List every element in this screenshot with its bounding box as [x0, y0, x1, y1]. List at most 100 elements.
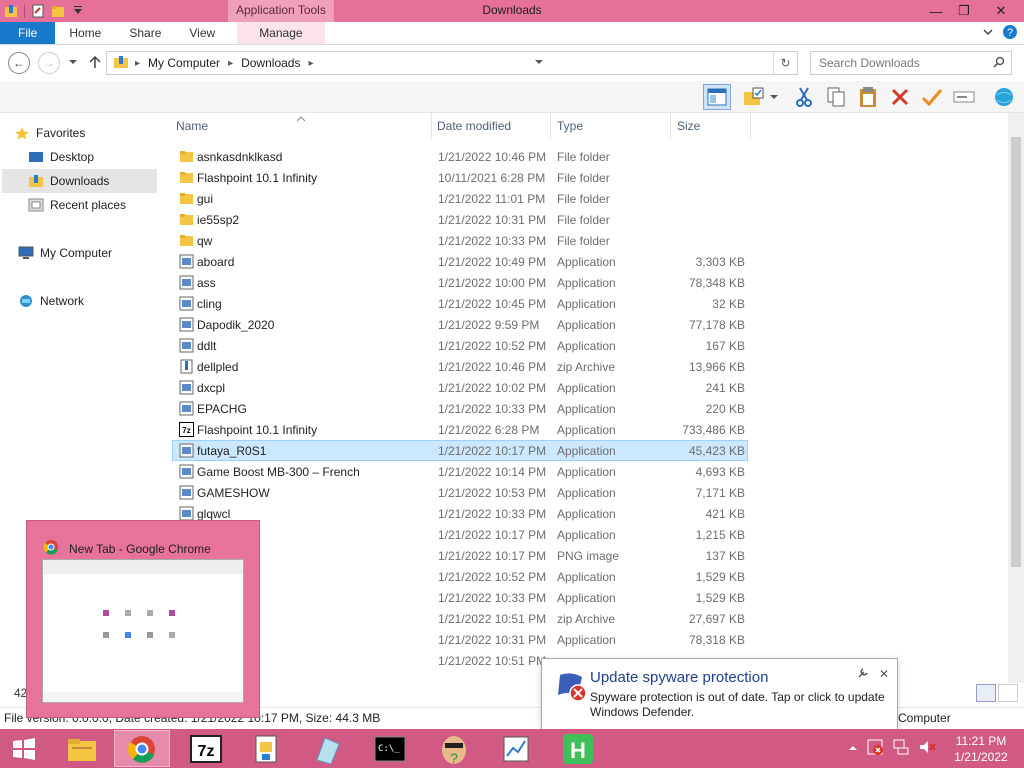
copy-icon[interactable]	[822, 84, 850, 110]
search-input[interactable]: Search Downloads	[810, 51, 1012, 75]
expand-ribbon-icon[interactable]	[982, 26, 994, 41]
dropdown-arrow-icon[interactable]	[766, 84, 782, 110]
tab-share[interactable]: Share	[115, 22, 175, 44]
chrome-taskbar-icon[interactable]	[114, 730, 170, 767]
scrollbar-thumb[interactable]	[1011, 137, 1021, 567]
file-date-modified: 1/21/2022 11:01 PM	[438, 191, 546, 206]
nav-network[interactable]: Network	[18, 289, 156, 313]
chart-editor-taskbar-icon[interactable]	[488, 730, 544, 767]
downloads-folder-icon[interactable]	[4, 4, 18, 18]
file-row[interactable]: ie55sp2 1/21/2022 10:31 PM File folder	[172, 209, 748, 230]
file-row[interactable]: 7z Flashpoint 10.1 Infinity 1/21/2022 6:28…	[172, 419, 748, 440]
file-size: 4,693 KB	[695, 464, 745, 479]
document-tool-taskbar-icon[interactable]	[238, 730, 294, 767]
quiz-game-taskbar-icon[interactable]: ?	[426, 730, 482, 767]
separator	[24, 4, 25, 18]
tab-file[interactable]: File	[0, 22, 56, 44]
preview-thumbnail[interactable]	[42, 559, 244, 703]
file-row[interactable]: Game Boost MB-300 – French 1/21/2022 10:1…	[172, 461, 748, 482]
action-center-warning-icon[interactable]	[866, 738, 884, 759]
minimize-button[interactable]: —	[922, 0, 950, 22]
close-button[interactable]: ✕	[978, 0, 1024, 22]
globe-icon[interactable]	[990, 84, 1018, 110]
column-type[interactable]: Type	[551, 113, 671, 139]
file-row[interactable]: qw 1/21/2022 10:33 PM File folder	[172, 230, 748, 251]
large-icons-view-button[interactable]	[998, 684, 1018, 702]
file-row[interactable]: ddlt 1/21/2022 10:52 PM Application 167 KB	[172, 335, 748, 356]
column-size[interactable]: Size	[671, 113, 751, 139]
file-row[interactable]: dellpled 1/21/2022 10:46 PM zip Archive 13,…	[172, 356, 748, 377]
7zip-taskbar-icon[interactable]: 7z	[178, 730, 234, 767]
notepad-taskbar-icon[interactable]	[298, 730, 354, 767]
file-type: Application	[557, 443, 616, 458]
delete-icon[interactable]	[886, 84, 914, 110]
file-row[interactable]: cling 1/21/2022 10:45 PM Application 32 KB	[172, 293, 748, 314]
file-row[interactable]: aboard 1/21/2022 10:49 PM Application 3,303…	[172, 251, 748, 272]
checkmark-icon[interactable]	[918, 84, 946, 110]
spyware-notification[interactable]: Update spyware protection Spyware protec…	[541, 658, 898, 730]
title-bar: Application Tools Downloads — ❐ ✕	[0, 0, 1024, 22]
nav-desktop[interactable]: Desktop	[28, 145, 156, 169]
chrome-preview-popup[interactable]: New Tab - Google Chrome	[26, 520, 260, 718]
volume-muted-icon[interactable]	[918, 738, 936, 759]
chevron-right-icon[interactable]: ▸	[308, 58, 313, 69]
column-date-modified[interactable]: Date modified	[431, 113, 551, 139]
start-button[interactable]	[0, 730, 48, 767]
command-prompt-taskbar-icon[interactable]: C:\_	[362, 730, 418, 767]
paste-icon[interactable]	[854, 84, 882, 110]
taskbar-clock[interactable]: 11:21 PM 1/21/2022	[946, 733, 1016, 765]
new-folder-icon[interactable]	[51, 4, 65, 18]
file-row[interactable]: dxcpl 1/21/2022 10:02 PM Application 241 KB	[172, 377, 748, 398]
breadcrumb-computer[interactable]: My Computer	[140, 56, 228, 70]
properties-icon[interactable]	[31, 4, 45, 18]
preview-pane-icon[interactable]	[703, 84, 731, 110]
nav-favorites[interactable]: Favorites	[14, 121, 169, 145]
breadcrumb-downloads[interactable]: Downloads	[233, 56, 308, 70]
h-app-taskbar-icon[interactable]: H	[550, 730, 606, 767]
nav-recent-places[interactable]: Recent places	[28, 193, 156, 217]
help-icon[interactable]: ?	[1002, 24, 1018, 43]
file-row[interactable]: GAMESHOW 1/21/2022 10:53 PM Application 7,1…	[172, 482, 748, 503]
file-date-modified: 1/21/2022 10:17 PM	[438, 527, 547, 542]
column-name[interactable]: Name	[170, 113, 432, 139]
file-name: ass	[197, 275, 216, 290]
rename-icon[interactable]	[950, 84, 978, 110]
file-size: 167 KB	[705, 338, 745, 353]
close-icon[interactable]: ✕	[879, 667, 889, 682]
tab-manage[interactable]: Manage	[237, 22, 325, 44]
back-button[interactable]: ←	[8, 52, 30, 74]
network-tray-icon[interactable]	[892, 738, 910, 759]
up-arrow-icon[interactable]	[88, 55, 102, 72]
file-row[interactable]: gui 1/21/2022 11:01 PM File folder	[172, 188, 748, 209]
file-type: Application	[557, 317, 616, 332]
search-icon[interactable]	[993, 56, 1005, 71]
details-view-button[interactable]	[976, 684, 996, 702]
nav-downloads[interactable]: Downloads	[2, 169, 157, 193]
address-dropdown-icon[interactable]	[534, 56, 544, 70]
file-row[interactable]: asnkasdnklkasd 1/21/2022 10:46 PM File fol…	[172, 146, 748, 167]
file-row[interactable]: ass 1/21/2022 10:00 PM Application 78,348 K…	[172, 272, 748, 293]
maximize-button[interactable]: ❐	[950, 0, 978, 22]
cut-icon[interactable]	[790, 84, 818, 110]
refresh-button[interactable]: ↻	[773, 52, 797, 74]
tab-view[interactable]: View	[175, 22, 229, 44]
tab-home[interactable]: Home	[55, 22, 115, 44]
settings-wrench-icon[interactable]	[857, 667, 869, 682]
show-hidden-icons-icon[interactable]	[848, 742, 858, 756]
file-date-modified: 1/21/2022 10:51 PM	[438, 653, 547, 668]
file-date-modified: 1/21/2022 10:52 PM	[438, 569, 547, 584]
forward-button[interactable]: →	[38, 52, 60, 74]
file-explorer-taskbar-icon[interactable]	[54, 730, 110, 767]
nav-my-computer[interactable]: My Computer	[18, 241, 156, 265]
file-row[interactable]: EPACHG 1/21/2022 10:33 PM Application 220 K…	[172, 398, 748, 419]
file-row[interactable]: futaya_R0S1 1/21/2022 10:17 PM Application…	[172, 440, 748, 461]
recent-locations-icon[interactable]	[68, 56, 78, 70]
vertical-scrollbar[interactable]	[1008, 113, 1024, 683]
address-bar[interactable]: ▸ My Computer ▸ Downloads ▸ ↻	[106, 51, 798, 75]
file-size: 27,697 KB	[688, 611, 745, 626]
folder-options-icon[interactable]	[740, 84, 768, 110]
file-row[interactable]: Dapodik_2020 1/21/2022 9:59 PM Application…	[172, 314, 748, 335]
file-row[interactable]: Flashpoint 10.1 Infinity 10/11/2021 6:28 …	[172, 167, 748, 188]
customize-qat-icon[interactable]	[71, 4, 85, 18]
file-type: Application	[557, 632, 616, 647]
